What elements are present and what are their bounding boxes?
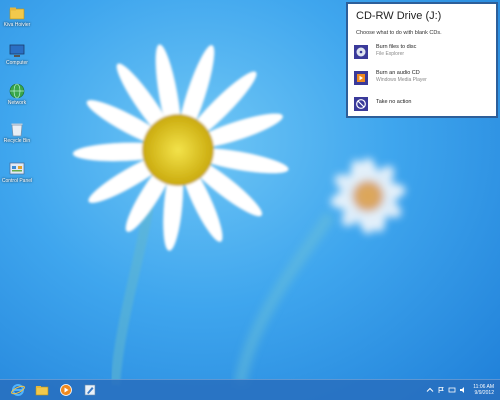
autoplay-title: CD-RW Drive (J:) <box>356 10 442 22</box>
option-take-no-action[interactable]: Take no action <box>354 96 492 116</box>
desktop-icon-label: Recycle Bin <box>3 138 31 144</box>
taskbar-clock[interactable]: 11:06 AM 9/9/2012 <box>473 384 494 396</box>
option-burn-files[interactable]: Burn files to disc File Explorer <box>354 44 492 64</box>
paint-icon <box>84 384 96 396</box>
option-secondary-label: File Explorer <box>376 51 405 57</box>
desktop-icon-label: Network <box>7 100 27 106</box>
action-center-flag-icon[interactable] <box>437 386 445 394</box>
media-player-icon <box>60 384 72 396</box>
taskbar-file-explorer[interactable] <box>32 382 52 398</box>
recycle-bin-icon <box>11 123 23 137</box>
computer-icon <box>9 44 25 57</box>
desktop-icon-label: Control Panel <box>1 178 33 184</box>
option-main-label: Burn an audio CD <box>376 70 420 76</box>
clock-date: 9/9/2012 <box>474 390 494 396</box>
autoplay-dialog: CD-RW Drive (J:) Choose what to do with … <box>346 2 498 118</box>
network-status-icon[interactable] <box>448 386 456 394</box>
option-main-label: Take no action <box>376 99 412 105</box>
option-secondary-label: Windows Media Player <box>376 77 427 83</box>
taskbar-media-player[interactable] <box>56 382 76 398</box>
option-burn-audio[interactable]: Burn an audio CD Windows Media Player <box>354 70 492 90</box>
desktop-icon-label: Computer <box>6 60 28 66</box>
autoplay-subtitle: Choose what to do with blank CDs. <box>356 30 442 36</box>
taskbar-paint[interactable] <box>80 382 100 398</box>
control-panel-icon <box>9 162 25 175</box>
desktop-icon-control-panel[interactable]: Control Panel <box>2 160 32 200</box>
media-player-icon <box>354 71 368 85</box>
desktop-icon-label: Kiva Hoivier <box>3 22 31 28</box>
taskbar-internet-explorer[interactable] <box>8 382 28 398</box>
taskbar: 11:06 AM 9/9/2012 <box>0 379 500 400</box>
desktop-icon-network[interactable]: Network <box>2 82 32 122</box>
desktop-icon-computer[interactable]: Computer <box>2 42 32 82</box>
file-explorer-icon <box>35 386 49 396</box>
desktop-icon-recycle-bin[interactable]: Recycle Bin <box>2 120 32 160</box>
internet-explorer-icon <box>11 384 25 396</box>
folder-icon <box>9 7 25 20</box>
show-hidden-icons-icon[interactable] <box>426 386 434 394</box>
no-action-icon <box>354 97 368 111</box>
option-main-label: Burn files to disc <box>376 44 417 50</box>
system-tray: 11:06 AM 9/9/2012 <box>423 382 494 398</box>
network-icon <box>9 83 25 99</box>
burn-disc-icon <box>354 45 368 59</box>
volume-icon[interactable] <box>459 386 467 394</box>
desktop-icon-folder[interactable]: Kiva Hoivier <box>2 4 32 44</box>
